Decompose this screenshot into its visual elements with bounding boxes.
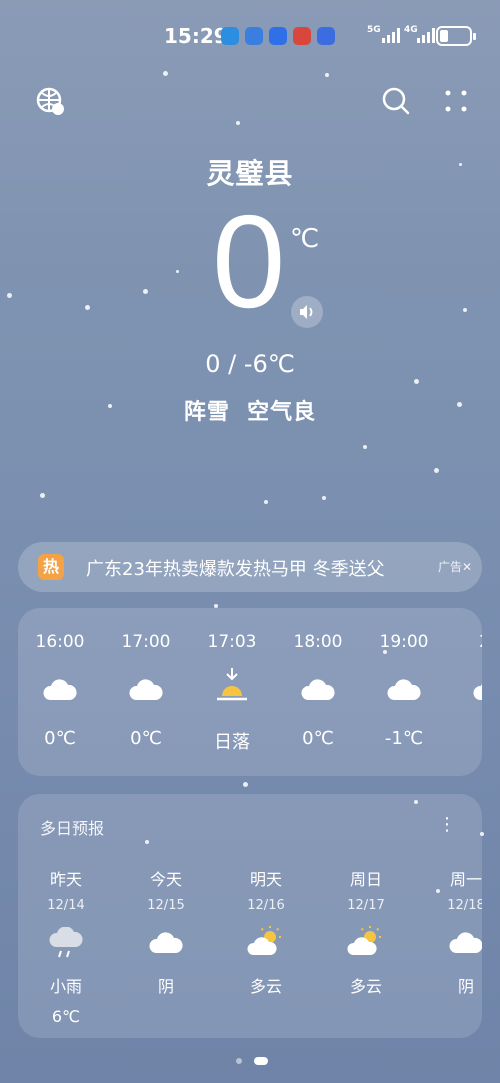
daily-forecast-title: 多日预报 [40, 819, 105, 838]
day-date: 12/15 [147, 898, 185, 913]
hourly-item: 19:00 -1℃ [364, 632, 444, 749]
hour-temperature: 0℃ [302, 728, 334, 749]
hourly-item: 16:00 0℃ [20, 632, 100, 749]
cloud-icon [278, 666, 358, 716]
day-name: 今天 [149, 870, 182, 889]
ad-banner[interactable]: 热 广东23年热卖爆款发热马甲 冬季送父 广告✕ [18, 542, 482, 592]
hourly-item: 17:03 日落 [192, 632, 272, 754]
day-condition: 多云 [249, 977, 282, 996]
signal-4g-icon [417, 27, 435, 43]
hourly-item: 17:00 0℃ [106, 632, 186, 749]
hourly-item: 20 - [450, 632, 482, 749]
app-notification-icon [317, 27, 335, 45]
hour-temperature: 日落 [214, 732, 250, 753]
hour-temperature: - [450, 728, 482, 749]
day-date: 12/14 [47, 898, 85, 913]
cloud-icon [116, 921, 216, 967]
hourly-item: 18:00 0℃ [278, 632, 358, 749]
day-item[interactable]: 周日 12/17 多云 [316, 866, 416, 997]
temperature-range: 0 / -6℃ [205, 350, 295, 378]
city-name[interactable]: 灵璧县 [0, 152, 500, 192]
daily-more-icon[interactable]: ⋮ [438, 814, 456, 835]
hot-badge: 热 [38, 554, 64, 580]
day-temperature: 6℃ [51, 1007, 81, 1026]
day-item[interactable]: 周一 12/18 阴 [416, 866, 482, 997]
signal-5g-icon [382, 27, 400, 43]
app-notification-icon [269, 27, 287, 45]
day-name: 昨天 [49, 870, 82, 889]
battery-icon [436, 26, 476, 46]
day-item[interactable]: 明天 12/16 多云 [216, 866, 316, 997]
hour-time: 17:00 [121, 632, 171, 652]
hour-time: 18:00 [293, 632, 343, 652]
status-time: 15:29 [164, 24, 228, 48]
day-condition: 阴 [457, 977, 474, 996]
network-5g-label: 5G [367, 25, 381, 35]
day-condition: 阴 [157, 977, 174, 996]
page-indicator-active [254, 1057, 268, 1065]
day-condition: 小雨 [49, 977, 82, 996]
ad-text[interactable]: 广东23年热卖爆款发热马甲 冬季送父 [86, 555, 428, 581]
hour-time: 16:00 [35, 632, 85, 652]
hourly-forecast-card[interactable]: 16:00 0℃ 17:00 0℃ 17:03 日落 18:00 0℃ 19:0… [18, 608, 482, 776]
partly-cloudy-icon [216, 921, 316, 967]
app-notification-icon [245, 27, 263, 45]
page-dot [236, 1058, 242, 1064]
hour-temperature: 0℃ [130, 728, 162, 749]
hour-time: 17:03 [207, 632, 257, 652]
cloud-icon [450, 666, 482, 716]
speaker-icon[interactable] [291, 296, 323, 328]
battery-level [440, 30, 448, 42]
sunset-icon [192, 666, 272, 716]
current-temperature: 0 [212, 188, 286, 335]
cloud-icon [20, 666, 100, 716]
weather-condition: 阵雪 空气良 [183, 400, 317, 425]
day-item[interactable]: 今天 12/15 阴 [116, 866, 216, 997]
cloud-icon [106, 666, 186, 716]
rain-cloud-icon [18, 921, 116, 967]
hour-temperature: 0℃ [44, 728, 76, 749]
cloud-icon [416, 921, 482, 967]
hour-time: 20 [450, 632, 482, 652]
hour-temperature: -1℃ [384, 728, 424, 749]
search-icon[interactable] [380, 85, 416, 121]
hour-time: 19:00 [379, 632, 429, 652]
day-date: 12/18 [447, 898, 482, 913]
cloud-icon [364, 666, 444, 716]
city-manage-icon[interactable] [34, 85, 70, 121]
partly-cloudy-icon [316, 921, 416, 967]
day-name: 明天 [249, 870, 282, 889]
network-4g-label: 4G [404, 25, 418, 35]
day-item[interactable]: 昨天 12/14 小雨 6℃ [18, 866, 116, 1026]
day-date: 12/17 [347, 898, 385, 913]
day-name: 周日 [349, 870, 382, 889]
app-notification-icon [293, 27, 311, 45]
daily-forecast-card[interactable]: 多日预报 ⋮ 昨天 12/14 小雨 6℃ 今天 12/15 阴 明天 12/1… [18, 794, 482, 1038]
day-date: 12/16 [247, 898, 285, 913]
day-name: 周一 [449, 870, 482, 889]
ad-close-button[interactable]: 广告✕ [438, 558, 472, 575]
day-condition: 多云 [349, 977, 382, 996]
status-bar: 15:29 5G 4G [0, 0, 500, 72]
app-notification-icon [221, 27, 239, 45]
temperature-unit: ℃ [290, 224, 320, 254]
more-options-icon[interactable] [440, 85, 476, 121]
